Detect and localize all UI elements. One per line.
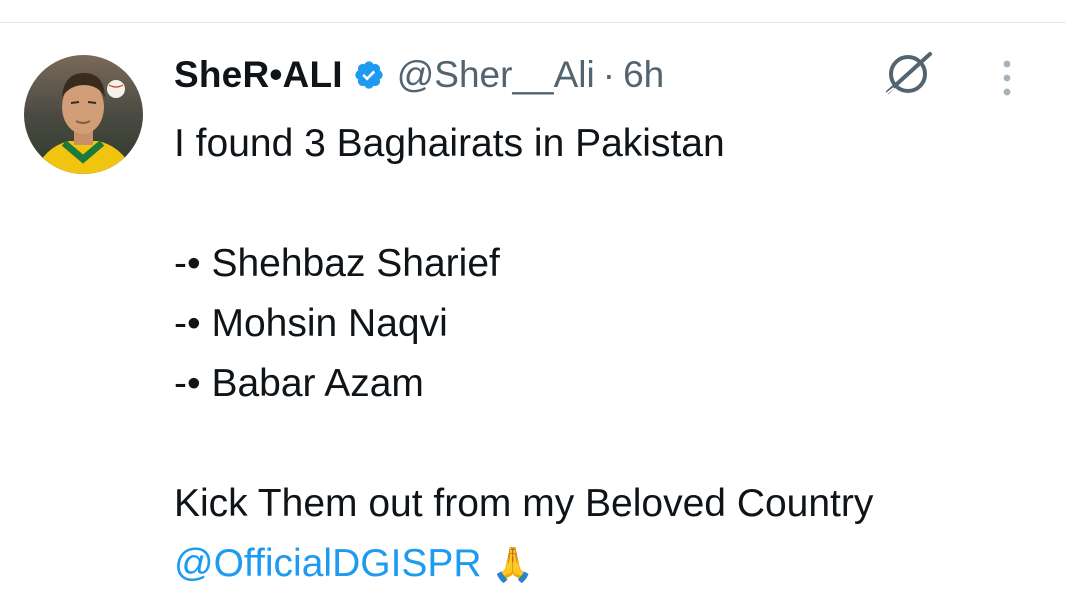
tweet[interactable]: SheR•ALI @Sher__Ali · 6h I found 3 Bagha… [0,0,1066,602]
separator-dot: · [602,54,616,95]
author-handle[interactable]: @Sher__Ali [397,54,595,96]
timestamp[interactable]: 6h [623,54,664,96]
avatar[interactable] [24,55,143,174]
author-display-name[interactable]: SheR•ALI [174,54,343,96]
tweet-text: I found 3 Baghairats in Pakistan -• Sheh… [174,114,1054,594]
tweet-mention-line: @OfficialDGISPR 🙏 [174,534,1054,594]
tweet-list-item: -• Shehbaz Sharief [174,242,500,285]
tweet-line: Kick Them out from my Beloved Country [174,482,874,525]
tweet-header: SheR•ALI @Sher__Ali · 6h [174,52,664,98]
tweet-line: I found 3 Baghairats in Pakistan [174,122,725,165]
folded-hands-emoji: 🙏 [491,546,534,584]
verified-badge-icon [353,59,385,91]
mention-link[interactable]: @OfficialDGISPR [174,542,482,585]
more-options-icon[interactable] [996,58,1018,98]
tweet-list-item: -• Babar Azam [174,362,424,405]
grok-icon[interactable] [880,48,936,100]
tweet-list-item: -• Mohsin Naqvi [174,302,448,345]
